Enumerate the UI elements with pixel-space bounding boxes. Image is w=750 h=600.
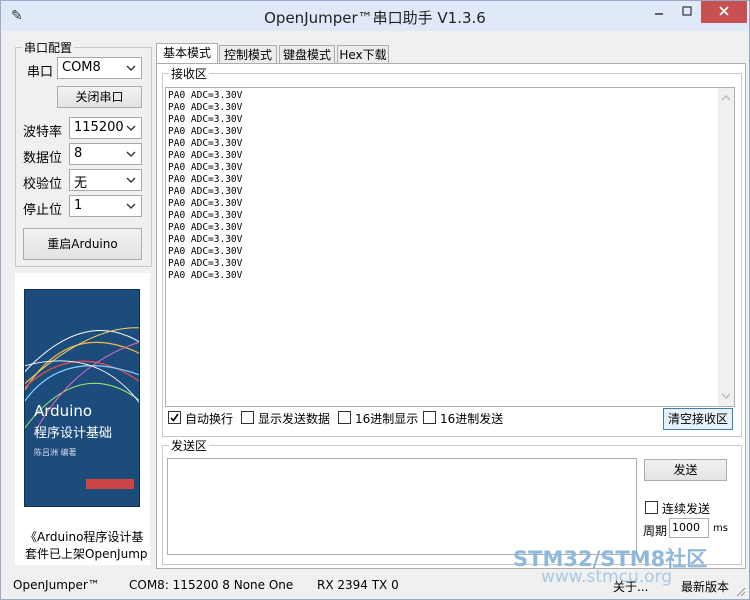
parity-label: 校验位 [23, 177, 63, 192]
scroll-up-icon[interactable] [718, 90, 734, 106]
book-cover: Arduino 程序设计基础 陈吕洲 编著 [24, 289, 140, 507]
close-port-button[interactable]: 关闭串口 [57, 86, 142, 108]
receive-line: PA0 ADC=3.30V [168, 258, 243, 269]
period-unit: ms [713, 523, 728, 534]
app-window: ✎ OpenJumper™串口助手 V1.3.6 串口配置 串口 COM8 关闭… [0, 0, 750, 600]
receive-line: PA0 ADC=3.30V [168, 234, 243, 245]
chevron-down-icon [126, 203, 136, 209]
stopbits-select[interactable]: 1 [69, 195, 142, 217]
restart-arduino-button[interactable]: 重启Arduino [23, 228, 142, 260]
close-icon [719, 6, 729, 16]
period-value: 1000 [672, 521, 700, 534]
serial-config-title: 串口配置 [22, 39, 75, 56]
book-cover-art [24, 289, 140, 507]
book-ad-panel[interactable]: Arduino 程序设计基础 陈吕洲 编著 《Arduino程序设计基 套件已上… [15, 273, 150, 565]
receive-line: PA0 ADC=3.30V [168, 174, 243, 185]
minimize-icon [655, 13, 663, 15]
receive-line: PA0 ADC=3.30V [168, 114, 243, 125]
receive-textarea[interactable]: PA0 ADC=3.30V PA0 ADC=3.30V PA0 ADC=3.30V P… [165, 87, 735, 407]
book-title-en: Arduino [34, 402, 93, 420]
book-caption-1: 《Arduino程序设计基 [25, 530, 144, 544]
stopbits-label: 停止位 [23, 203, 63, 218]
hex-send-label: 16进制发送 [440, 412, 504, 426]
about-link[interactable]: 关于... [613, 578, 648, 595]
receive-line: PA0 ADC=3.30V [168, 198, 243, 209]
minimize-button[interactable] [645, 1, 673, 23]
chevron-down-icon [126, 65, 136, 71]
send-textarea[interactable] [167, 458, 637, 555]
auto-newline-checkbox[interactable] [168, 411, 181, 424]
continuous-send-checkbox[interactable] [645, 501, 658, 514]
receive-line: PA0 ADC=3.30V [168, 150, 243, 161]
receive-line: PA0 ADC=3.30V [168, 246, 243, 257]
receive-line: PA0 ADC=3.30V [168, 102, 243, 113]
book-author: 陈吕洲 编著 [34, 448, 77, 457]
send-group-title: 发送区 [169, 437, 210, 454]
chevron-down-icon [126, 177, 136, 183]
hex-display-label: 16进制显示 [355, 412, 419, 426]
latest-version-link[interactable]: 最新版本 [681, 578, 729, 595]
show-sent-label: 显示发送数据 [258, 412, 331, 426]
baud-value: 115200 [74, 120, 124, 135]
hex-send-checkbox[interactable] [423, 411, 436, 424]
resize-grip-icon[interactable] [734, 585, 746, 597]
receive-line: PA0 ADC=3.30V [168, 126, 243, 137]
checkmark-icon [170, 413, 179, 422]
maximize-button[interactable] [673, 1, 701, 23]
status-brand: OpenJumper™ [13, 578, 100, 592]
receive-line: PA0 ADC=3.30V [168, 210, 243, 221]
receive-line: PA0 ADC=3.30V [168, 222, 243, 233]
databits-value: 8 [74, 146, 83, 161]
baud-select[interactable]: 115200 [69, 117, 142, 139]
port-value: COM8 [62, 60, 101, 75]
status-config: COM8: 115200 8 None One [129, 578, 294, 592]
tab-control[interactable]: 控制模式 [219, 45, 277, 64]
hex-display-checkbox[interactable] [338, 411, 351, 424]
receive-line: PA0 ADC=3.30V [168, 186, 243, 197]
databits-label: 数据位 [23, 151, 63, 166]
book-title-cn: 程序设计基础 [34, 426, 113, 441]
receive-line: PA0 ADC=3.30V [168, 90, 243, 101]
window-title: OpenJumper™串口助手 V1.3.6 [264, 9, 486, 27]
title-bar: ✎ OpenJumper™串口助手 V1.3.6 [1, 1, 749, 31]
receive-group-title: 接收区 [169, 65, 210, 82]
tab-keyboard[interactable]: 键盘模式 [279, 45, 335, 64]
receive-scrollbar[interactable] [718, 88, 734, 406]
chevron-down-icon [126, 125, 136, 131]
continuous-send-label: 连续发送 [662, 502, 711, 516]
parity-select[interactable]: 无 [69, 169, 142, 191]
chevron-down-icon [126, 151, 136, 157]
send-button[interactable]: 发送 [644, 459, 727, 481]
stopbits-value: 1 [74, 198, 83, 213]
maximize-icon [682, 6, 692, 16]
book-caption-2: 套件已上架OpenJump [25, 547, 148, 561]
parity-value: 无 [74, 176, 88, 191]
period-input[interactable]: 1000 [669, 518, 709, 538]
receive-line: PA0 ADC=3.30V [168, 138, 243, 149]
baud-label: 波特率 [23, 125, 63, 140]
publisher-logo [86, 479, 134, 489]
status-rx-tx: RX 2394 TX 0 [317, 578, 399, 592]
tab-basic[interactable]: 基本模式 [156, 43, 218, 64]
auto-newline-label: 自动换行 [185, 412, 234, 426]
tab-hex-download[interactable]: Hex下载 [337, 45, 389, 64]
receive-line: PA0 ADC=3.30V [168, 162, 243, 173]
period-label: 周期 [643, 524, 668, 538]
status-bar: OpenJumper™ COM8: 115200 8 None One RX 2… [1, 572, 749, 599]
scroll-down-icon[interactable] [718, 388, 734, 404]
close-button[interactable] [701, 1, 747, 23]
show-sent-checkbox[interactable] [241, 411, 254, 424]
databits-select[interactable]: 8 [69, 143, 142, 165]
port-select[interactable]: COM8 [57, 57, 142, 79]
port-label: 串口 [27, 65, 54, 80]
receive-line: PA0 ADC=3.30V [168, 270, 243, 281]
receive-lines: PA0 ADC=3.30V PA0 ADC=3.30V PA0 ADC=3.30V P… [168, 90, 242, 282]
clear-receive-button[interactable]: 清空接收区 [663, 408, 733, 430]
